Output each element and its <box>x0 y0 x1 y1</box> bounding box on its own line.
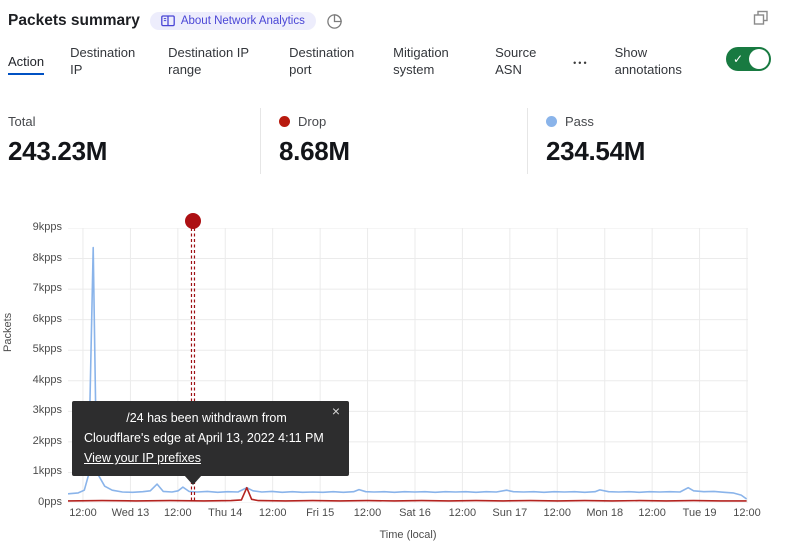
tab-action[interactable]: Action <box>8 53 44 75</box>
pass-series-dot <box>546 116 557 127</box>
stat-pass-value: 234.54M <box>546 136 785 167</box>
y-tick-label: 3kpps <box>0 404 62 416</box>
stat-drop-label: Drop <box>298 114 326 129</box>
show-annotations-label: Show annotations <box>615 44 699 78</box>
tab-source-asn[interactable]: Source ASN <box>495 44 547 78</box>
x-tick-label: Fri 15 <box>306 507 334 519</box>
stat-total-value: 243.23M <box>8 136 260 167</box>
x-tick-label: 12:00 <box>543 507 571 519</box>
y-tick-label: 8kpps <box>0 252 62 264</box>
page-title: Packets summary <box>8 12 140 30</box>
x-tick-label: 12:00 <box>259 507 287 519</box>
y-tick-label: 1kpps <box>0 465 62 477</box>
y-tick-label: 7kpps <box>0 282 62 294</box>
y-tick-label: 4kpps <box>0 374 62 386</box>
popout-icon[interactable] <box>753 10 769 31</box>
tab-destination-ip-range[interactable]: Destination IP range <box>168 44 263 78</box>
more-tabs-icon[interactable]: ••• <box>573 55 588 72</box>
stat-drop-value: 8.68M <box>279 136 527 167</box>
tab-destination-port[interactable]: Destination port <box>289 44 367 78</box>
x-tick-label: 12:00 <box>638 507 666 519</box>
toggle-knob <box>749 49 769 69</box>
tab-destination-ip[interactable]: Destination IP <box>70 44 142 78</box>
y-tick-label: 0pps <box>0 496 62 508</box>
x-tick-label: Thu 14 <box>208 507 242 519</box>
annotation-marker-dot[interactable] <box>185 213 201 229</box>
stat-drop: Drop 8.68M <box>260 108 527 174</box>
x-tick-label: Mon 18 <box>586 507 623 519</box>
packets-summary-panel: Packets summary About Network Analytics … <box>0 0 785 555</box>
stat-total-label: Total <box>8 114 35 129</box>
y-tick-label: 6kpps <box>0 313 62 325</box>
x-tick-label: 12:00 <box>733 507 761 519</box>
tooltip-pointer <box>184 475 202 485</box>
annotation-tooltip: × /24 has been withdrawn from Cloudflare… <box>72 401 349 476</box>
book-icon <box>161 15 175 27</box>
check-icon: ✓ <box>733 51 743 68</box>
about-badge-label: About Network Analytics <box>181 15 305 27</box>
panel-header: Packets summary About Network Analytics <box>8 8 777 34</box>
x-tick-label: 12:00 <box>449 507 477 519</box>
stat-pass: Pass 234.54M <box>527 108 785 174</box>
stat-total: Total 243.23M <box>0 108 260 174</box>
x-tick-label: 12:00 <box>69 507 97 519</box>
view-ip-prefixes-link[interactable]: View your IP prefixes <box>84 451 201 465</box>
y-tick-label: 2kpps <box>0 435 62 447</box>
tab-mitigation-system[interactable]: Mitigation system <box>393 44 469 78</box>
x-axis-title: Time (local) <box>379 529 436 541</box>
about-network-analytics-badge[interactable]: About Network Analytics <box>150 12 316 30</box>
dimension-tab-bar: Action Destination IP Destination IP ran… <box>8 44 785 92</box>
time-range-icon[interactable] <box>326 13 343 30</box>
series-line-drop <box>68 488 747 501</box>
stat-pass-label: Pass <box>565 114 594 129</box>
x-tick-label: 12:00 <box>164 507 192 519</box>
y-tick-label: 9kpps <box>0 221 62 233</box>
x-tick-label: Sat 16 <box>399 507 431 519</box>
tooltip-line-1: /24 has been withdrawn from <box>84 408 335 428</box>
tooltip-line-2: Cloudflare's edge at April 13, 2022 4:11… <box>84 428 335 448</box>
y-tick-label: 5kpps <box>0 343 62 355</box>
x-tick-label: Sun 17 <box>492 507 527 519</box>
close-icon[interactable]: × <box>332 404 340 418</box>
x-tick-label: Wed 13 <box>112 507 150 519</box>
drop-series-dot <box>279 116 290 127</box>
show-annotations-toggle[interactable]: ✓ <box>726 47 771 71</box>
stats-row: Total 243.23M Drop 8.68M Pass 234.54M <box>0 108 785 174</box>
x-tick-label: Tue 19 <box>683 507 717 519</box>
x-tick-label: 12:00 <box>354 507 382 519</box>
